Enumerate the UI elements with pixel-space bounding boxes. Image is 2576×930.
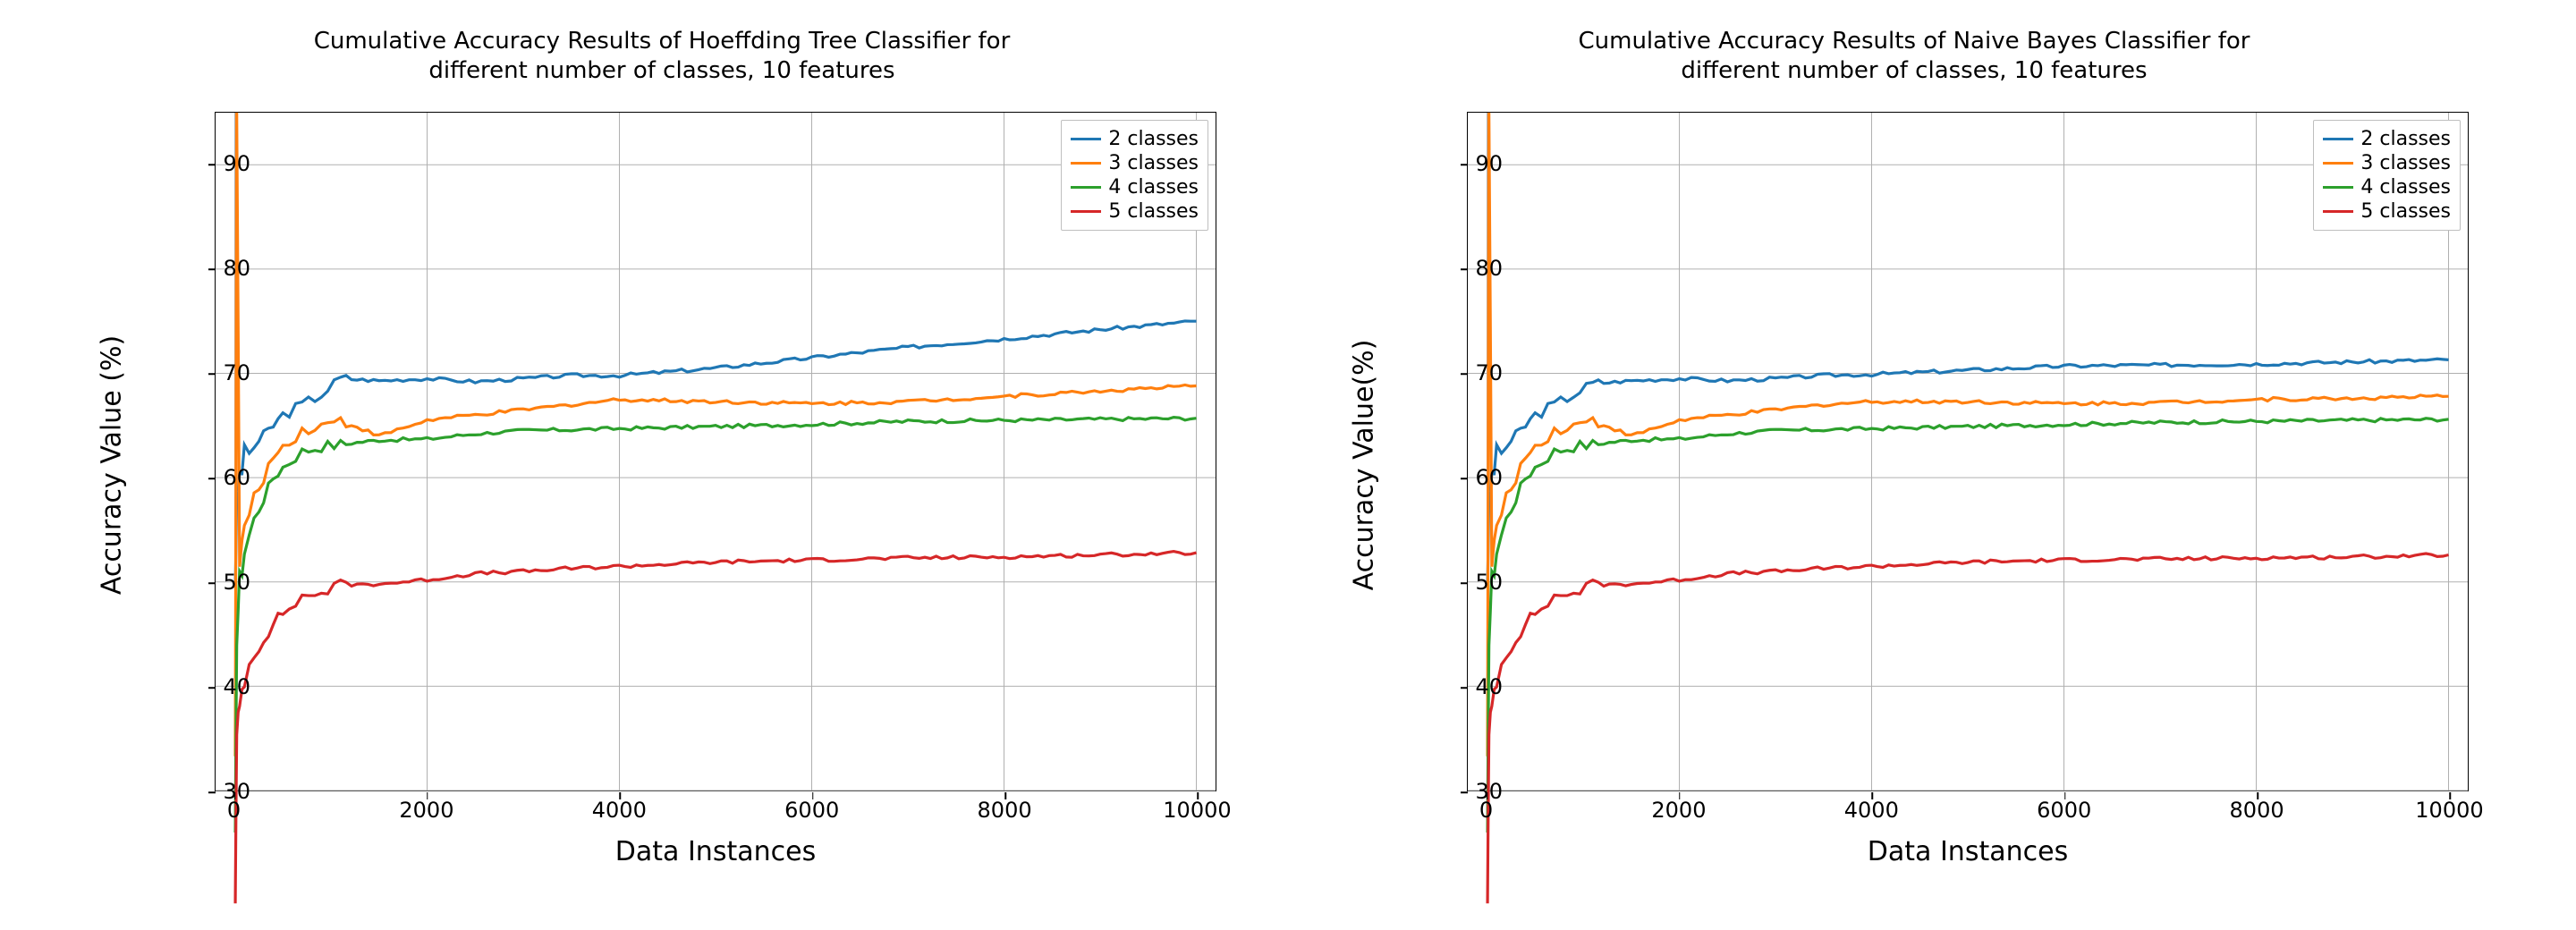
legend-item: 5 classes <box>2323 200 2451 223</box>
y-tick-label: 70 <box>197 360 250 385</box>
series-line <box>1487 359 2448 586</box>
y-tick-label: 40 <box>1449 674 1503 699</box>
series-line <box>235 321 1196 587</box>
x-tick-label: 6000 <box>784 798 839 823</box>
y-tick-label: 80 <box>197 256 250 281</box>
series-line <box>1487 113 2448 757</box>
x-tick-label: 8000 <box>978 798 1032 823</box>
y-axis-label: Accuracy Value (%) <box>97 335 128 595</box>
x-tick-label: 6000 <box>2037 798 2091 823</box>
y-tick-label: 90 <box>197 151 250 176</box>
y-tick-label: 50 <box>197 570 250 595</box>
x-tick-label: 0 <box>227 798 241 823</box>
legend-swatch <box>1071 210 1101 213</box>
y-tick-label: 30 <box>1449 779 1503 804</box>
y-tick-label: 80 <box>1449 256 1503 281</box>
legend-label: 4 classes <box>2360 176 2451 199</box>
legend: 2 classes3 classes4 classes5 classes <box>2313 120 2461 231</box>
legend-swatch <box>2323 186 2353 189</box>
series-line <box>235 113 1196 757</box>
x-tick-label: 2000 <box>1651 798 1706 823</box>
legend-item: 2 classes <box>2323 128 2451 150</box>
x-tick-label: 10000 <box>1163 798 1231 823</box>
legend-label: 2 classes <box>1108 128 1199 150</box>
series-line <box>235 418 1196 833</box>
legend-item: 5 classes <box>1071 200 1199 223</box>
legend-label: 2 classes <box>2360 128 2451 150</box>
x-tick-label: 4000 <box>592 798 647 823</box>
legend-swatch <box>2323 210 2353 213</box>
legend-item: 3 classes <box>2323 152 2451 174</box>
legend-label: 3 classes <box>1108 152 1199 174</box>
x-axis-label: Data Instances <box>1467 836 2469 867</box>
legend: 2 classes3 classes4 classes5 classes <box>1061 120 1208 231</box>
y-tick-label: 70 <box>1449 360 1503 385</box>
legend-label: 3 classes <box>2360 152 2451 174</box>
chart-hoeffding: Cumulative Accuracy Results of Hoeffding… <box>63 27 1261 903</box>
x-axis-label: Data Instances <box>215 836 1216 867</box>
series-line <box>1487 418 2448 833</box>
y-axis-label: Accuracy Value(%) <box>1349 340 1380 591</box>
legend-swatch <box>1071 138 1101 140</box>
legend-item: 2 classes <box>1071 128 1199 150</box>
legend-swatch <box>1071 186 1101 189</box>
legend-label: 5 classes <box>2360 200 2451 223</box>
x-tick-label: 10000 <box>2415 798 2483 823</box>
plot-area: 2 classes3 classes4 classes5 classes <box>1467 112 2469 791</box>
x-tick-label: 8000 <box>2230 798 2284 823</box>
x-tick-label: 0 <box>1479 798 1493 823</box>
chart-title: Cumulative Accuracy Results of Hoeffding… <box>63 27 1261 85</box>
y-tick-label: 60 <box>1449 465 1503 490</box>
legend-swatch <box>2323 162 2353 165</box>
y-tick-label: 90 <box>1449 151 1503 176</box>
y-tick-label: 40 <box>197 674 250 699</box>
y-tick-label: 50 <box>1449 570 1503 595</box>
legend-item: 3 classes <box>1071 152 1199 174</box>
legend-swatch <box>2323 138 2353 140</box>
legend-swatch <box>1071 162 1101 165</box>
y-tick-label: 30 <box>197 779 250 804</box>
legend-item: 4 classes <box>1071 176 1199 199</box>
chart-title: Cumulative Accuracy Results of Naive Bay… <box>1315 27 2513 85</box>
x-tick-label: 2000 <box>399 798 453 823</box>
y-tick-label: 60 <box>197 465 250 490</box>
plot-area: 2 classes3 classes4 classes5 classes <box>215 112 1216 791</box>
chart-naive-bayes: Cumulative Accuracy Results of Naive Bay… <box>1315 27 2513 903</box>
legend-label: 5 classes <box>1108 200 1199 223</box>
x-tick-label: 4000 <box>1844 798 1899 823</box>
legend-item: 4 classes <box>2323 176 2451 199</box>
legend-label: 4 classes <box>1108 176 1199 199</box>
